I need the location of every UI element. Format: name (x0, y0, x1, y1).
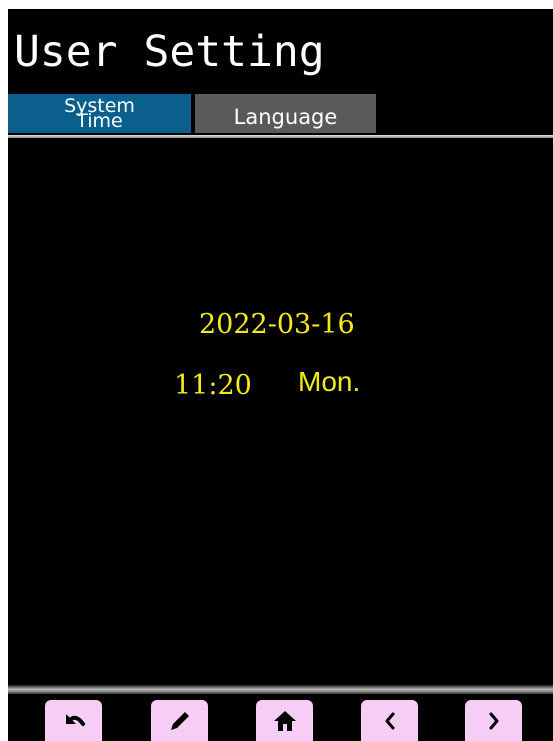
tab-language[interactable]: Language (195, 94, 376, 133)
previous-button[interactable] (361, 700, 418, 741)
tab-system-time[interactable]: System Time (8, 94, 191, 133)
chevron-right-icon (489, 712, 498, 729)
tab-system-time-label: System Time (64, 94, 135, 132)
time-display[interactable]: 11:20 (174, 370, 252, 401)
home-icon (273, 710, 296, 731)
header-divider (8, 135, 553, 138)
back-icon (65, 713, 85, 726)
next-button[interactable] (465, 700, 522, 741)
page-title: User Setting (14, 27, 325, 77)
device-screen: User Setting System Time Language 2022-0… (8, 9, 553, 741)
edit-icon (170, 711, 189, 730)
date-display[interactable]: 2022-03-16 (199, 309, 355, 340)
tab-language-label: Language (233, 104, 338, 129)
weekday-display[interactable]: Mon. (298, 366, 360, 398)
edit-button[interactable] (151, 700, 208, 741)
back-button[interactable] (45, 700, 102, 741)
home-button[interactable] (256, 700, 313, 741)
footer-divider (8, 685, 553, 694)
chevron-left-icon (385, 712, 394, 729)
